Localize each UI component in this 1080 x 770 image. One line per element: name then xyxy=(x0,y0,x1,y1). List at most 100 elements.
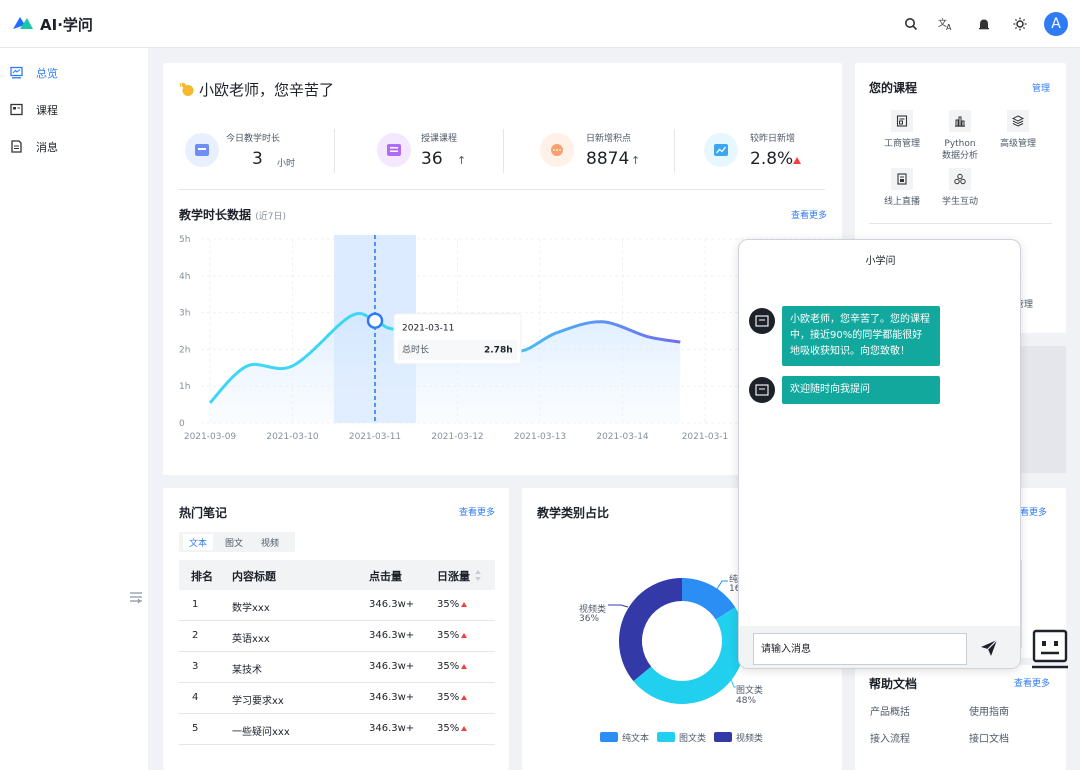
chat-input-bar xyxy=(739,626,1020,668)
view-more-link[interactable]: 查看更多 xyxy=(459,505,495,518)
tab-image-text[interactable]: 图文 xyxy=(219,534,249,550)
legend-item-image[interactable]: 图文类 xyxy=(657,732,717,744)
view-more-link[interactable]: 查看更多 xyxy=(791,208,827,221)
clicks-cell: 346.3w+ xyxy=(369,630,415,641)
search-icon[interactable] xyxy=(899,12,923,36)
stat-value: 2.8% xyxy=(750,149,794,169)
menu-collapse-icon[interactable] xyxy=(128,590,144,604)
stat-unit: ↑ xyxy=(457,154,467,167)
course-icon xyxy=(10,103,23,116)
divider xyxy=(1021,560,1022,648)
chat-message-input[interactable] xyxy=(753,633,967,665)
sidebar-item-label: 消息 xyxy=(36,141,58,154)
up-arrow-icon xyxy=(461,633,467,638)
top-bar: AI·学问 文A A xyxy=(0,0,1080,48)
table-row[interactable]: 1 数学xxx 346.3w+ 35% xyxy=(179,590,495,621)
legend-label: 纯文本 xyxy=(622,734,650,744)
doc-link-overview[interactable]: 产品概括 xyxy=(870,703,910,718)
legend-item-text[interactable]: 纯文本 xyxy=(600,732,660,744)
data-point xyxy=(366,312,384,329)
send-icon[interactable] xyxy=(977,636,1001,660)
course-interaction[interactable]: 学生互动 xyxy=(930,168,990,208)
legend-swatch xyxy=(657,732,675,742)
view-more-link[interactable]: 看更多 xyxy=(1020,505,1047,518)
course-python[interactable]: Python 数据分析 xyxy=(930,110,990,161)
column-header: 点击量 xyxy=(369,570,402,583)
growth-cell: 35% xyxy=(437,630,460,641)
course-label: 线上直播 xyxy=(883,197,920,207)
y-tick-label: 4h xyxy=(179,272,190,282)
sidebar: 总览 课程 消息 xyxy=(0,48,148,770)
bell-icon[interactable] xyxy=(972,12,996,36)
leader-line xyxy=(608,604,629,608)
view-more-link[interactable]: 查看更多 xyxy=(1014,676,1050,689)
stat-unit: 小时 xyxy=(277,159,296,169)
chart-icon xyxy=(949,110,971,132)
book-icon xyxy=(377,133,411,167)
up-arrow-icon xyxy=(461,602,467,607)
robot-assistant-icon[interactable] xyxy=(1030,626,1072,670)
up-arrow-icon xyxy=(793,157,801,164)
legend-swatch xyxy=(600,732,618,742)
rank-cell: 3 xyxy=(192,661,199,672)
y-tick-label: 2h xyxy=(179,345,190,355)
course-advanced[interactable]: 高级管理 xyxy=(988,110,1048,150)
leader-line xyxy=(716,580,728,590)
courses-title: 您的课程 xyxy=(869,81,918,95)
stat-unit: ↑ xyxy=(631,154,641,167)
tab-video[interactable]: 视频 xyxy=(255,534,285,550)
help-title: 帮助文档 xyxy=(869,677,918,691)
column-header[interactable]: 日涨量 xyxy=(437,568,470,584)
chat-title: 小学问 xyxy=(865,256,896,267)
table-row[interactable]: 5 一些疑问xxx 346.3w+ 35% xyxy=(179,714,495,745)
help-docs-card: 帮助文档 查看更多 产品概括 使用指南 接入流程 接口文档 xyxy=(855,665,1066,770)
x-tick-label: 2021-03-1 xyxy=(682,432,729,442)
course-business[interactable]: 工商管理 xyxy=(872,110,932,150)
stat-teaching-hours: 今日教学时长 3 小时 xyxy=(185,129,335,183)
legend-item-video[interactable]: 视频类 xyxy=(714,732,774,744)
user-avatar[interactable]: A xyxy=(1044,12,1068,36)
up-arrow-icon xyxy=(461,695,467,700)
table-row[interactable]: 4 学习要求xx 346.3w+ 35% xyxy=(179,683,495,714)
tooltip-label: 总时长 xyxy=(402,344,429,356)
stat-label: 较昨日新增 xyxy=(750,134,796,144)
x-tick-label: 2021-03-09 xyxy=(184,432,237,442)
table-row[interactable]: 2 英语xxx 346.3w+ 35% xyxy=(179,621,495,652)
chart-subtitle: (近7日) xyxy=(255,212,286,222)
stat-value: 3 xyxy=(252,149,263,169)
chart-title: 教学时长数据 (近7日) xyxy=(179,206,286,223)
stat-label: 今日教学时长 xyxy=(226,134,281,144)
slice-label: 图文类 xyxy=(736,684,763,696)
title-cell: 一些疑问xxx xyxy=(232,727,290,738)
clock-icon xyxy=(185,133,219,167)
bot-message: 欢迎随时向我提问 xyxy=(782,376,940,404)
course-live[interactable]: 线上直播 xyxy=(872,168,932,208)
sidebar-item-overview[interactable]: 总览 xyxy=(0,56,148,90)
assistant-chat-window: 小学问 小欧老师，您辛苦了。您的课程中，接近90%的同学都能很好地吸收获知识。向… xyxy=(738,239,1021,669)
doc-link-guide[interactable]: 使用指南 xyxy=(969,703,1009,718)
sun-icon[interactable] xyxy=(1008,12,1032,36)
manage-link[interactable]: 管理 xyxy=(1032,81,1050,94)
legend-swatch xyxy=(714,732,732,742)
wave-hand-icon xyxy=(180,82,194,96)
translate-icon[interactable]: 文A xyxy=(934,12,958,36)
slice-value: 48% xyxy=(736,696,756,706)
sidebar-item-messages[interactable]: 消息 xyxy=(0,130,148,164)
hot-notes-card: 热门笔记 查看更多 文本 图文 视频 排名 内容标题 点击量 日涨量 1 数学x… xyxy=(163,488,509,770)
clicks-cell: 346.3w+ xyxy=(369,723,415,734)
tab-text[interactable]: 文本 xyxy=(183,534,214,550)
y-tick-label: 0 xyxy=(179,419,185,429)
sort-icon[interactable] xyxy=(475,570,481,581)
stat-value: 8874 xyxy=(586,149,630,169)
doc-link-api[interactable]: 接口文档 xyxy=(969,730,1009,745)
trend-icon xyxy=(704,133,738,167)
y-tick-label: 1h xyxy=(179,382,190,392)
up-arrow-icon xyxy=(461,664,467,669)
table-row[interactable]: 3 某技术 346.3w+ 35% xyxy=(179,652,495,683)
bot-avatar-icon xyxy=(749,308,775,334)
clicks-cell: 346.3w+ xyxy=(369,692,415,703)
sidebar-item-courses[interactable]: 课程 xyxy=(0,93,148,127)
doc-link-integration[interactable]: 接入流程 xyxy=(870,730,910,745)
tooltip-date: 2021-03-11 xyxy=(402,324,454,334)
chart-title-text: 教学时长数据 xyxy=(179,208,252,222)
